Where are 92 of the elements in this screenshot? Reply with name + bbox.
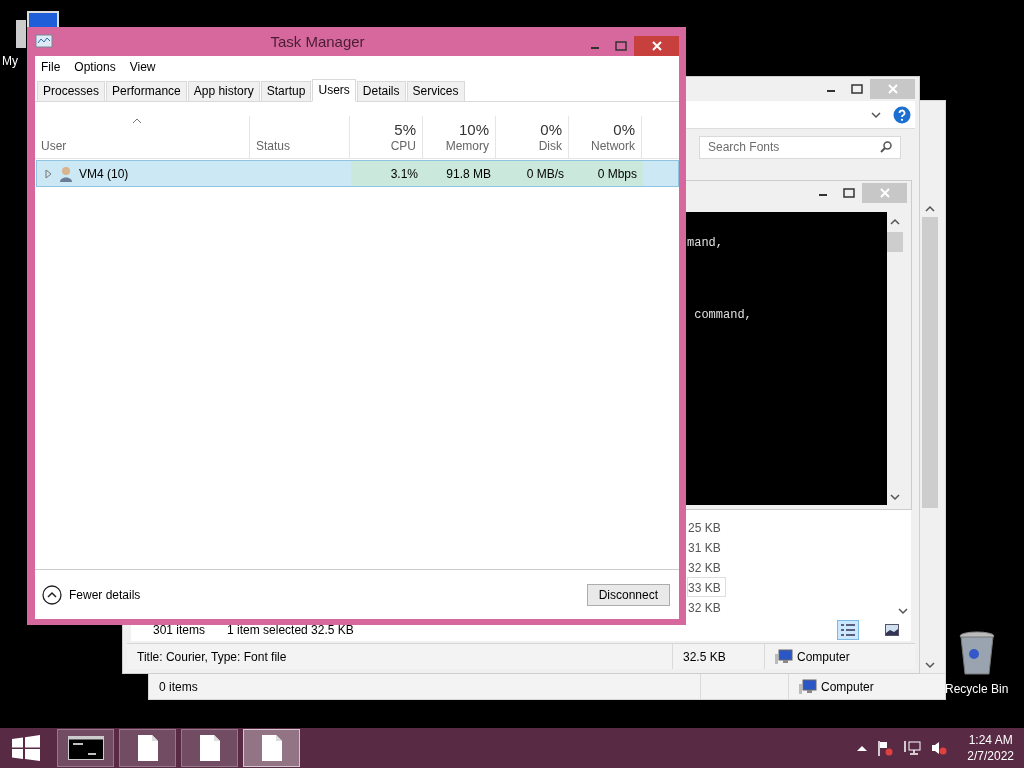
zone-text: Computer xyxy=(797,649,850,664)
dropdown-icon[interactable] xyxy=(871,110,881,119)
table-row[interactable]: VM4 (10) 3.1% 91.8 MB 0 MB/s 0 Mbps xyxy=(36,160,679,187)
console-line: mand, xyxy=(687,236,724,250)
scroll-up-icon[interactable] xyxy=(890,218,900,226)
disconnect-button[interactable]: Disconnect xyxy=(586,583,670,606)
close-icon xyxy=(651,41,662,51)
item-count: 301 items xyxy=(153,623,206,637)
table-cell: 91.8 MB xyxy=(446,166,491,181)
start-button[interactable] xyxy=(12,735,40,761)
column-label: Memory xyxy=(445,139,489,153)
window-title: Task Manager xyxy=(269,32,366,50)
column-header[interactable]: User xyxy=(35,116,250,158)
file-size-text[interactable]: 25 KB xyxy=(687,517,726,537)
speaker-icon[interactable] xyxy=(931,740,948,756)
column-header[interactable]: 0% Disk xyxy=(496,116,569,158)
column-header[interactable]: 10% Memory xyxy=(423,116,496,158)
scroll-down-icon[interactable] xyxy=(925,661,935,669)
zone-text: Computer xyxy=(821,679,874,694)
scroll-down-icon[interactable] xyxy=(890,493,900,501)
column-label: CPU xyxy=(390,139,416,153)
file-size-text: 32.5 KB xyxy=(683,649,726,664)
tab[interactable]: App history xyxy=(187,81,260,101)
column-header[interactable]: Status xyxy=(250,116,350,158)
menu-item[interactable]: File xyxy=(41,60,61,74)
desktop-icon-label[interactable]: My xyxy=(2,54,18,68)
file-info: Title: Courier, Type: Font file xyxy=(137,649,287,664)
column-label: Status xyxy=(256,139,291,153)
user-icon xyxy=(59,165,73,182)
close-icon xyxy=(887,84,898,94)
flag-icon[interactable] xyxy=(877,740,894,756)
selection-info: 1 item selected 32.5 KB xyxy=(227,623,354,637)
column-label: Network xyxy=(591,139,635,153)
usage-percent: 0% xyxy=(613,120,635,139)
table-cell: 0 MB/s xyxy=(526,166,564,181)
tab[interactable]: Users xyxy=(312,79,356,102)
network-icon[interactable] xyxy=(903,740,922,756)
file-size-text[interactable]: 33 KB xyxy=(687,577,726,597)
tab[interactable]: Services xyxy=(406,81,465,101)
computer-icon xyxy=(799,678,817,695)
usage-percent: 5% xyxy=(394,120,416,139)
search-icon xyxy=(880,141,892,153)
close-button[interactable] xyxy=(634,36,679,56)
taskbar-button[interactable] xyxy=(57,729,114,767)
tab[interactable]: Performance xyxy=(106,81,187,101)
usage-percent: 0% xyxy=(540,120,562,139)
show-hidden-icons[interactable] xyxy=(857,745,868,751)
fewer-details-link[interactable]: Fewer details xyxy=(42,584,141,605)
column-header[interactable]: 0% Network xyxy=(569,116,642,158)
search-field[interactable]: Search Fonts xyxy=(699,135,901,159)
scrollbar[interactable] xyxy=(921,205,939,669)
collapse-icon xyxy=(42,584,62,605)
console-line: command, xyxy=(693,308,753,322)
scrollbar-thumb[interactable] xyxy=(887,232,903,252)
document-icon xyxy=(135,734,160,762)
scroll-up-icon[interactable] xyxy=(925,205,935,213)
scroll-down-icon[interactable] xyxy=(898,607,908,615)
maximize-icon xyxy=(851,84,863,94)
expand-icon[interactable] xyxy=(43,168,53,179)
help-icon[interactable] xyxy=(893,105,911,124)
file-size-text[interactable]: 31 KB xyxy=(687,537,726,557)
column-label: Disk xyxy=(538,139,562,153)
taskbar-button[interactable] xyxy=(181,729,238,767)
desktop-icon-label[interactable]: Recycle Bin xyxy=(945,682,1009,696)
details-view-button[interactable] xyxy=(837,620,859,640)
file-size-text[interactable]: 32 KB xyxy=(687,597,726,617)
scrollbar-thumb[interactable] xyxy=(922,217,938,508)
clock-time: 1:24 AM xyxy=(968,732,1013,748)
column-label: User xyxy=(41,139,67,153)
tab[interactable]: Startup xyxy=(260,81,312,101)
tab[interactable]: Details xyxy=(356,81,406,101)
clock[interactable]: 1:24 AM 2/7/2022 xyxy=(967,732,1014,764)
menu-item[interactable]: Options xyxy=(74,60,116,74)
clock-date: 2/7/2022 xyxy=(967,748,1014,764)
document-icon xyxy=(197,734,222,762)
usage-percent: 10% xyxy=(458,120,489,139)
user-name: VM4 (10) xyxy=(79,166,129,181)
file-size-text[interactable]: 32 KB xyxy=(687,557,726,577)
computer-icon xyxy=(775,648,793,665)
status-text: 0 items xyxy=(159,679,198,694)
app-icon xyxy=(35,34,53,50)
table-cell: 3.1% xyxy=(390,166,418,181)
table-cell: 0 Mbps xyxy=(597,166,637,181)
document-icon xyxy=(259,734,284,762)
close-icon xyxy=(879,188,890,198)
column-header[interactable]: 5% CPU xyxy=(350,116,423,158)
maximize-icon xyxy=(615,41,627,51)
taskbar-button[interactable] xyxy=(119,729,176,767)
console-icon xyxy=(67,736,104,760)
maximize-icon xyxy=(843,188,855,198)
menu-item[interactable]: View xyxy=(129,60,156,74)
tab[interactable]: Processes xyxy=(37,81,106,101)
